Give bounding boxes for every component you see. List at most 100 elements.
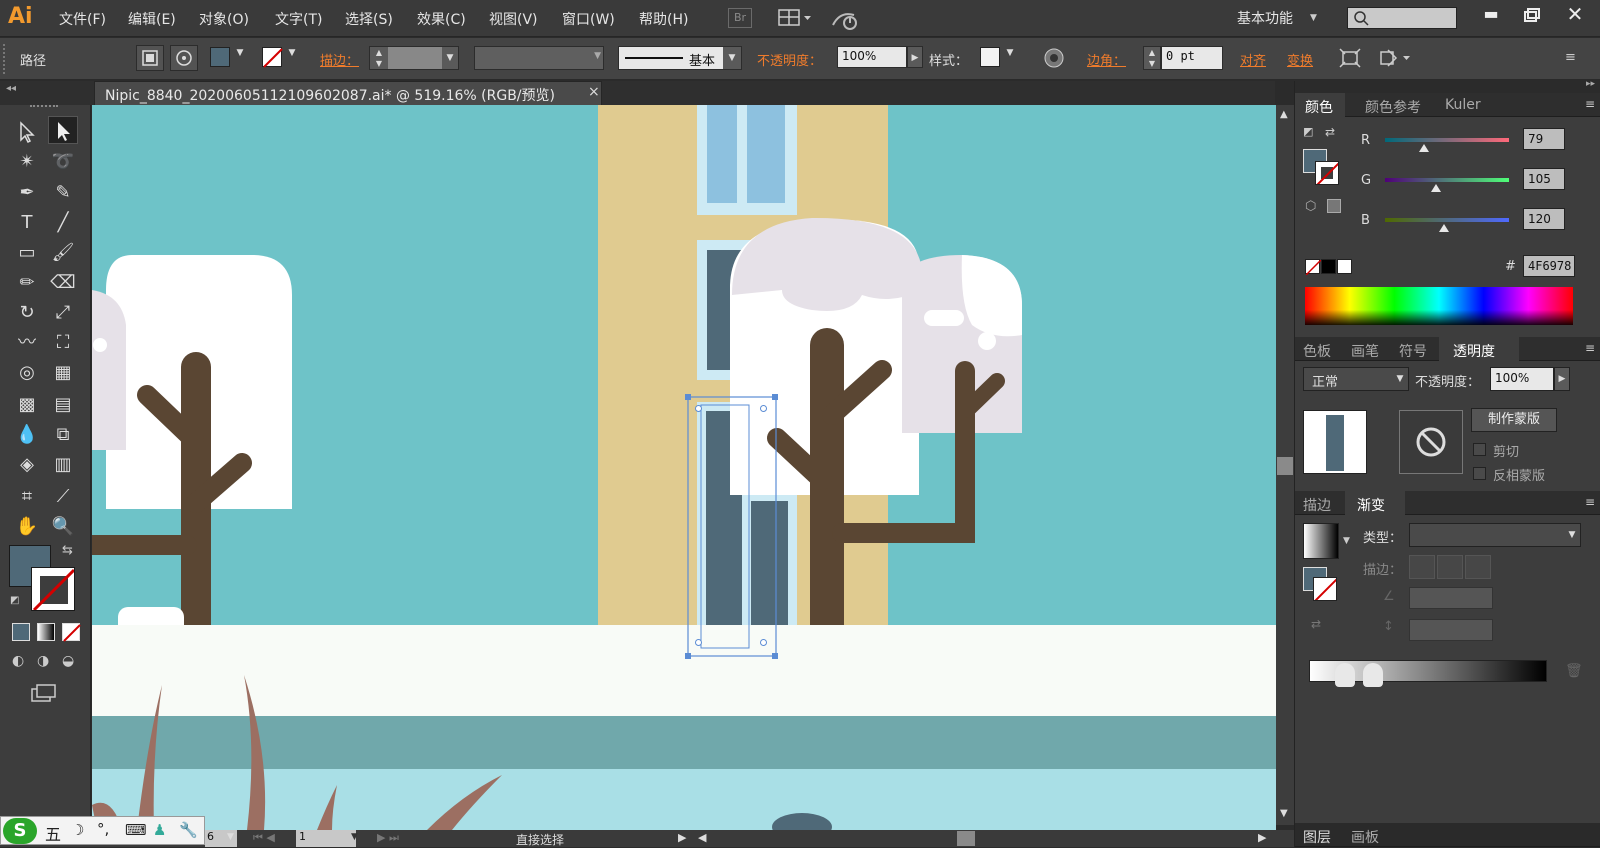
magic-wand-icon[interactable]: ✴: [12, 148, 42, 176]
trash-icon[interactable]: 🗑: [1565, 663, 1583, 679]
gradient-angle-input[interactable]: [1409, 587, 1493, 609]
out-of-web-gamut-icon[interactable]: ⬡: [1305, 199, 1316, 214]
panel-menu-icon[interactable]: ≡: [1585, 495, 1595, 509]
corner-handle[interactable]: [772, 653, 778, 659]
make-mask-button[interactable]: 制作蒙版: [1471, 408, 1557, 432]
gradient-tool-icon[interactable]: ▤: [48, 391, 78, 419]
free-transform-icon[interactable]: ⛶: [48, 329, 78, 357]
scale-tool-icon[interactable]: ⤢: [48, 299, 78, 327]
swap-colors-icon[interactable]: ⇄: [1325, 125, 1335, 139]
artboard-number-field[interactable]: 1: [296, 830, 356, 847]
scroll-right-icon[interactable]: ▶: [1258, 831, 1266, 844]
stroke-color-box[interactable]: [31, 567, 75, 611]
r-slider-thumb[interactable]: [1419, 144, 1429, 152]
pen-tool-icon[interactable]: ✒: [12, 179, 42, 207]
minimize-button[interactable]: ▬: [1472, 4, 1510, 28]
artboard-canvas[interactable]: [92, 105, 1276, 830]
menu-file[interactable]: 文件(F): [59, 9, 106, 29]
draw-behind-icon[interactable]: ◑: [37, 653, 49, 669]
isolate-object-icon[interactable]: [136, 45, 164, 71]
next-artboard-icon[interactable]: ▶ ⏭: [377, 831, 399, 845]
default-colors-icon[interactable]: ◩: [1303, 125, 1313, 138]
line-tool-icon[interactable]: ╱: [48, 209, 78, 237]
workspace-switcher[interactable]: 基本功能: [1237, 8, 1293, 28]
tab-stroke[interactable]: 描边: [1303, 495, 1331, 515]
stroke-gradient-across-icon[interactable]: [1465, 555, 1491, 579]
column-graph-icon[interactable]: ▥: [48, 451, 78, 479]
white-swatch[interactable]: [1337, 259, 1352, 274]
chevron-down-icon[interactable]: ▼: [1002, 48, 1018, 66]
sogou-logo-icon[interactable]: S: [3, 818, 37, 844]
opacity-label[interactable]: 不透明度：: [757, 50, 822, 69]
transparency-opacity-input[interactable]: 100%: [1490, 367, 1554, 391]
color-spectrum[interactable]: [1305, 287, 1573, 325]
opacity-slider-arrow[interactable]: ▶: [1554, 367, 1570, 391]
panel-menu-icon[interactable]: ≡: [1565, 50, 1576, 65]
pencil-icon[interactable]: ✏: [12, 269, 42, 297]
tab-brushes[interactable]: 画笔: [1351, 341, 1379, 361]
clip-checkbox[interactable]: [1473, 443, 1486, 456]
gradient-stop-handle[interactable]: [1335, 663, 1355, 687]
tools-icon[interactable]: 🔧: [179, 821, 198, 839]
b-value-input[interactable]: 120: [1523, 208, 1565, 230]
hand-tool-icon[interactable]: ✋: [12, 513, 42, 541]
tab-color[interactable]: 颜色: [1305, 97, 1333, 117]
anchor-point-icon[interactable]: [170, 45, 198, 71]
gradient-aspect-input[interactable]: [1409, 619, 1493, 641]
tab-kuler[interactable]: Kuler: [1445, 97, 1481, 113]
tab-gradient[interactable]: 渐变: [1357, 495, 1385, 515]
curvature-tool-icon[interactable]: ✎: [48, 179, 78, 207]
black-swatch[interactable]: [1321, 259, 1336, 274]
menu-edit[interactable]: 编辑(E): [128, 9, 176, 29]
ime-mode-label[interactable]: 五: [45, 821, 61, 845]
mesh-tool-icon[interactable]: ▩: [12, 391, 42, 419]
tab-transparency[interactable]: 透明度: [1453, 341, 1495, 361]
scroll-up-icon[interactable]: ▲: [1280, 109, 1288, 120]
menu-type[interactable]: 文字(T): [275, 9, 322, 29]
graphic-style-swatch[interactable]: [980, 47, 1000, 67]
symbol-sprayer-icon[interactable]: ◈: [12, 451, 42, 479]
punctuation-icon[interactable]: °,: [97, 820, 109, 838]
select-similar-icon[interactable]: [1338, 47, 1362, 69]
scroll-left-icon[interactable]: ◀: [698, 831, 706, 844]
tab-symbols[interactable]: 符号: [1399, 341, 1427, 361]
swap-fill-stroke-icon[interactable]: ⇆: [62, 543, 73, 558]
perspective-grid-icon[interactable]: ▦: [48, 359, 78, 387]
warp-tool-icon[interactable]: 〰: [12, 329, 42, 357]
skin-icon[interactable]: ♟: [153, 821, 166, 839]
stroke-weight-stepper[interactable]: ▲ ▼ ▼: [369, 46, 459, 70]
zoom-tool-icon[interactable]: 🔍: [48, 513, 78, 541]
live-corner-widget[interactable]: [695, 405, 702, 412]
stroke-none-swatch[interactable]: [262, 47, 283, 68]
eyedropper-icon[interactable]: 💧: [12, 421, 42, 449]
corner-label[interactable]: 边角：: [1087, 50, 1126, 69]
close-window-button[interactable]: ✕: [1555, 2, 1595, 28]
live-corner-widget[interactable]: [760, 405, 767, 412]
menu-view[interactable]: 视图(V): [489, 9, 538, 29]
tab-artboards[interactable]: 画板: [1351, 827, 1379, 847]
rectangle-tool-icon[interactable]: ▭: [12, 239, 42, 267]
lasso-icon[interactable]: ➰: [48, 148, 78, 176]
corner-stepper[interactable]: ▲ ▼: [1143, 46, 1161, 70]
keyboard-icon[interactable]: ⌨: [125, 821, 147, 839]
corner-radius-input[interactable]: 0 pt: [1161, 46, 1223, 70]
collapse-toolbox-icon[interactable]: ◂◂: [6, 83, 16, 94]
g-slider-thumb[interactable]: [1431, 184, 1441, 192]
eraser-icon[interactable]: ⌫: [48, 269, 78, 297]
half-width-icon[interactable]: ☽: [71, 821, 84, 839]
close-tab-icon[interactable]: ×: [588, 84, 600, 100]
corner-handle[interactable]: [685, 653, 691, 659]
blend-mode-select[interactable]: 正常 ▼: [1303, 367, 1409, 391]
artboard-tool-icon[interactable]: ⌗: [12, 483, 42, 511]
gradient-preview[interactable]: [1303, 523, 1339, 559]
align-link[interactable]: 对齐: [1240, 50, 1266, 69]
menu-select[interactable]: 选择(S): [345, 9, 393, 29]
hex-value-input[interactable]: 4F6978: [1523, 255, 1575, 277]
r-value-input[interactable]: 79: [1523, 128, 1565, 150]
chevron-down-icon[interactable]: ▼: [1343, 536, 1350, 546]
menu-help[interactable]: 帮助(H): [639, 9, 688, 29]
opacity-input[interactable]: 100%: [837, 46, 907, 68]
g-value-input[interactable]: 105: [1523, 168, 1565, 190]
corner-handle[interactable]: [685, 394, 691, 400]
none-swatch[interactable]: [1305, 259, 1322, 276]
